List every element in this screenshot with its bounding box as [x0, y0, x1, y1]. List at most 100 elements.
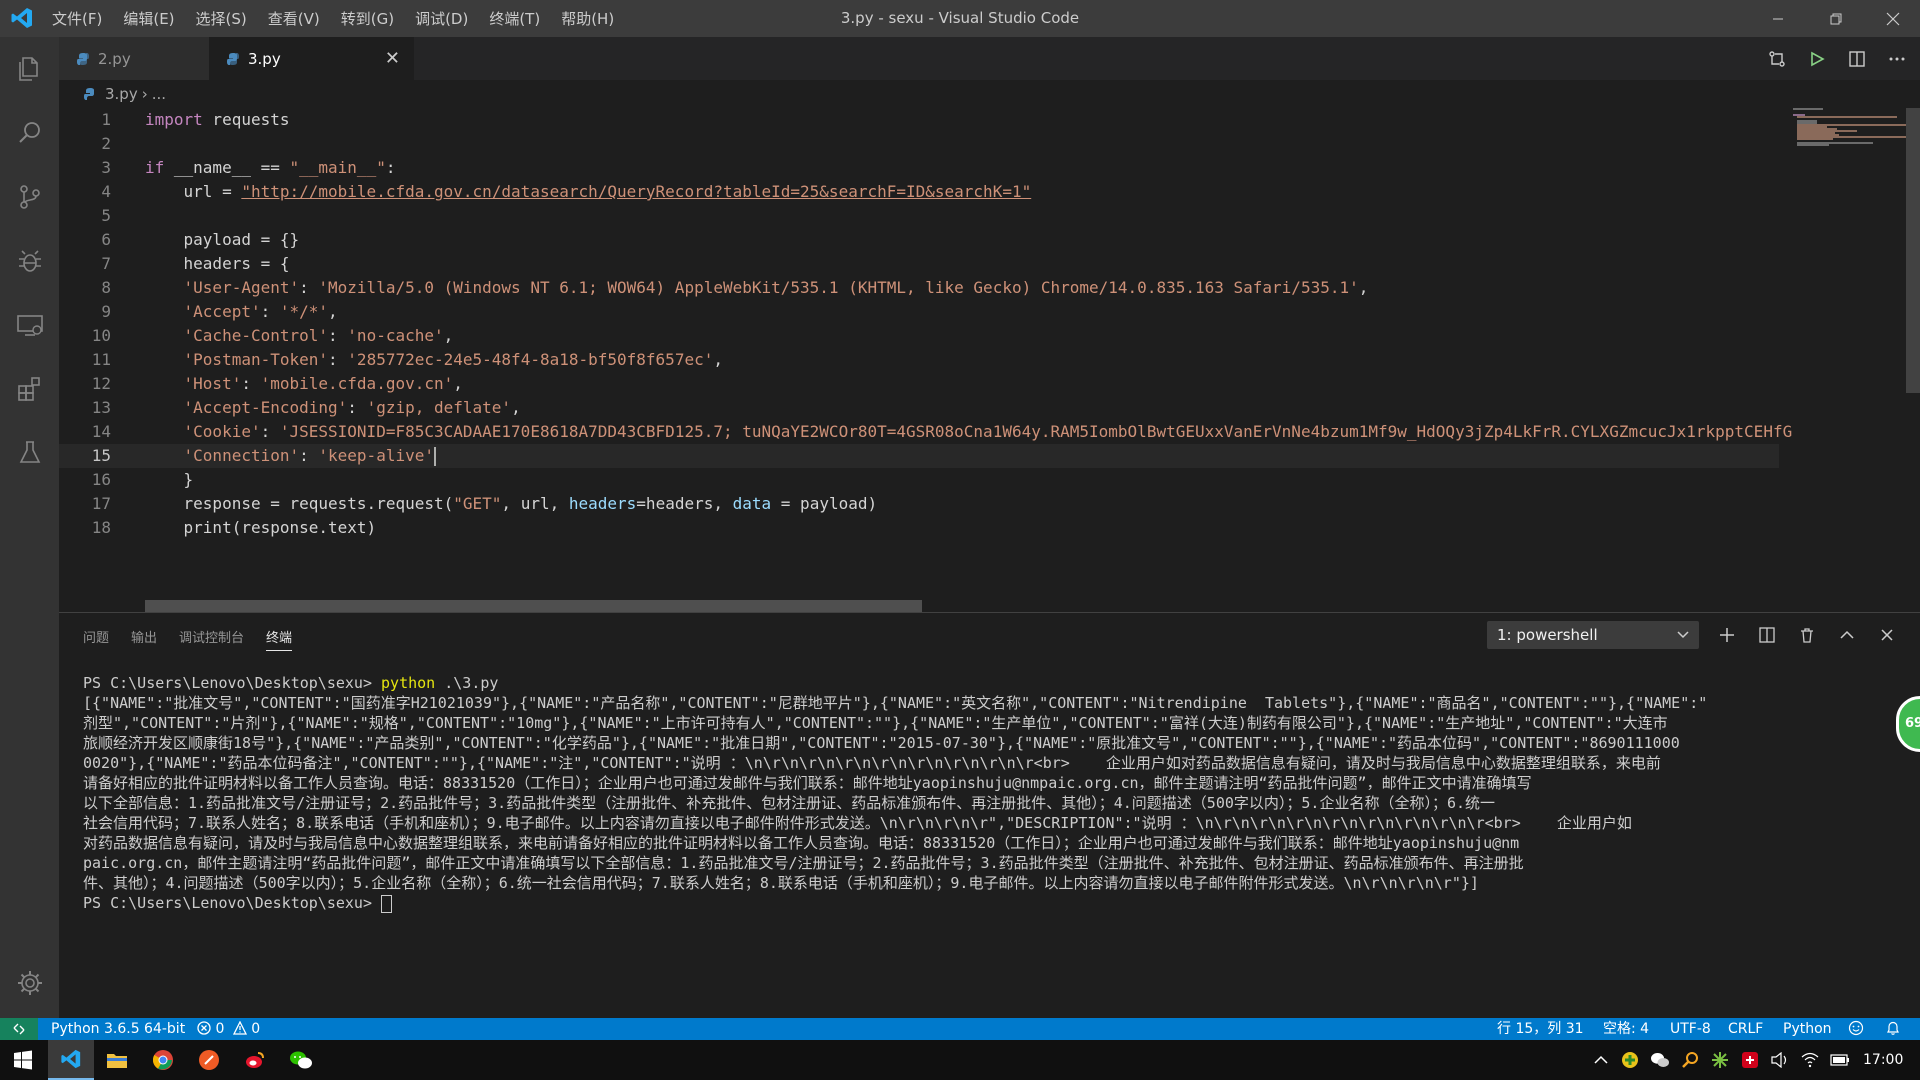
breadcrumb-file[interactable]: 3.py — [105, 85, 138, 103]
tray-battery[interactable] — [1830, 1050, 1850, 1070]
menu-edit[interactable]: 编辑(E) — [123, 8, 174, 29]
tab-2-py[interactable]: 2.py — [59, 37, 209, 80]
tab-3-py[interactable]: 3.py ✕ — [209, 37, 414, 80]
activity-remote-explorer[interactable] — [0, 301, 59, 349]
breadcrumb-symbols[interactable]: ... — [152, 85, 166, 103]
menu-file[interactable]: 文件(F) — [52, 8, 102, 29]
tray-wifi[interactable] — [1800, 1050, 1820, 1070]
tray-antivirus[interactable] — [1740, 1050, 1760, 1070]
problems-indicator[interactable]: 0 0 — [197, 1018, 260, 1040]
encoding[interactable]: UTF-8 — [1670, 1018, 1711, 1040]
menu-selection[interactable]: 选择(S) — [196, 8, 247, 29]
tray-app-icon — [1622, 1052, 1638, 1068]
activity-search[interactable] — [0, 109, 59, 157]
taskbar-postman[interactable] — [186, 1040, 232, 1080]
panel-tab-debug-console[interactable]: 调试控制台 — [179, 627, 244, 651]
close-window-button[interactable] — [1870, 0, 1916, 37]
code-editor[interactable]: 1 import requests 2 3 if __name__ == "__ma… — [59, 108, 1920, 608]
terminal-output-line: 社会信用代码；7.联系人姓名；8.联系电话（手机和座机）；9.电子邮件。以上内容… — [83, 814, 1632, 832]
menu-go[interactable]: 转到(G) — [341, 8, 394, 29]
python-interpreter[interactable]: Python 3.6.5 64-bit — [51, 1018, 185, 1040]
restore-button[interactable] — [1813, 0, 1859, 37]
menu-help[interactable]: 帮助(H) — [561, 8, 614, 29]
activity-settings[interactable] — [0, 959, 59, 1007]
taskbar-weibo[interactable] — [232, 1040, 278, 1080]
python-file-icon — [77, 52, 89, 65]
cursor-position[interactable]: 行 15，列 31 — [1497, 1018, 1584, 1040]
start-button[interactable] — [0, 1040, 46, 1080]
feedback-button[interactable] — [1848, 1018, 1864, 1040]
code-token: "GET" — [453, 494, 502, 513]
notifications-button[interactable] — [1885, 1018, 1901, 1040]
tray-search-app[interactable] — [1680, 1050, 1700, 1070]
menu-debug[interactable]: 调试(D) — [415, 8, 468, 29]
terminal-output[interactable]: PS C:\Users\Lenovo\Desktop\sexu> python … — [83, 673, 1783, 913]
kill-terminal-button[interactable] — [1793, 621, 1821, 649]
line-number: 4 — [101, 182, 111, 201]
taskbar-vscode[interactable] — [48, 1040, 94, 1080]
bell-icon — [1887, 1021, 1899, 1035]
code-token: "__main__" — [289, 158, 386, 177]
close-icon — [1881, 629, 1893, 641]
run-file-button[interactable] — [1805, 47, 1829, 71]
activity-source-control[interactable] — [0, 173, 59, 221]
code-line: 12 'Host': 'mobile.cfda.gov.cn', — [59, 372, 1779, 396]
maximize-panel-button[interactable] — [1833, 621, 1861, 649]
more-actions-button[interactable] — [1885, 47, 1909, 71]
code-token: payload = {} — [145, 230, 300, 249]
terminal-output-line: 以下全部信息：1.药品批准文号/注册证号；2.药品批件号；3.药品批件类型（注册… — [83, 794, 1496, 812]
chevron-up-icon — [1840, 630, 1854, 639]
panel-tab-output[interactable]: 输出 — [131, 627, 157, 651]
menu-bar: 文件(F) 编辑(E) 选择(S) 查看(V) 转到(G) 调试(D) 终端(T… — [52, 0, 635, 37]
activity-test[interactable] — [0, 429, 59, 477]
activity-extensions[interactable] — [0, 365, 59, 413]
taskbar-file-explorer[interactable] — [94, 1040, 140, 1080]
code-token: 'User-Agent' — [145, 278, 300, 297]
menu-view[interactable]: 查看(V) — [268, 8, 320, 29]
minimize-button[interactable] — [1755, 0, 1801, 37]
end-of-line[interactable]: CRLF — [1728, 1018, 1763, 1040]
terminal-command: python — [381, 674, 436, 692]
clock[interactable]: 17:00 — [1863, 1040, 1903, 1080]
editor-horizontal-scrollbar[interactable] — [145, 600, 922, 612]
open-changes-button[interactable] — [1765, 47, 1789, 71]
error-count: 0 — [215, 1021, 225, 1037]
tray-chevron-icon — [1594, 1055, 1608, 1064]
panel-tab-terminal[interactable]: 终端 — [266, 627, 293, 651]
split-terminal-button[interactable] — [1753, 621, 1781, 649]
code-token: import — [145, 110, 203, 129]
taskbar-wechat[interactable] — [278, 1040, 324, 1080]
new-terminal-button[interactable] — [1713, 621, 1741, 649]
tray-app[interactable] — [1620, 1050, 1640, 1070]
terminal-output-line: 旅顺经济开发区顺康街18号"},{"NAME":"产品类别","CONTENT"… — [83, 734, 1680, 752]
breadcrumb: 3.py › ... — [59, 80, 1920, 108]
language-mode[interactable]: Python — [1783, 1018, 1832, 1040]
minimize-icon — [1773, 18, 1783, 19]
tray-volume[interactable] — [1770, 1050, 1790, 1070]
postman-icon — [199, 1050, 219, 1070]
close-tab-icon[interactable]: ✕ — [385, 48, 400, 69]
tray-wechat[interactable] — [1650, 1050, 1670, 1070]
tray-app-2[interactable] — [1710, 1050, 1730, 1070]
warning-icon — [232, 1020, 247, 1035]
close-panel-button[interactable] — [1873, 621, 1901, 649]
code-line: 5 — [59, 204, 1779, 228]
tab-label: 3.py — [248, 49, 281, 68]
tray-app-icon-2 — [1712, 1052, 1728, 1068]
code-url-link[interactable]: "http://mobile.cfda.gov.cn/datasearch/Qu… — [241, 182, 1031, 201]
terminal-select-dropdown[interactable]: 1: powershell — [1487, 621, 1699, 649]
activity-explorer[interactable] — [0, 45, 59, 93]
remote-icon — [13, 1023, 25, 1035]
taskbar-chrome[interactable] — [140, 1040, 186, 1080]
code-line: 6 payload = {} — [59, 228, 1779, 252]
split-editor-button[interactable] — [1845, 47, 1869, 71]
editor-vertical-scrollbar[interactable] — [1906, 108, 1920, 393]
minimap[interactable] — [1783, 108, 1920, 608]
indentation[interactable]: 空格: 4 — [1603, 1018, 1649, 1040]
activity-debug[interactable] — [0, 237, 59, 285]
panel-tab-problems[interactable]: 问题 — [83, 627, 109, 651]
menu-terminal[interactable]: 终端(T) — [489, 8, 540, 29]
remote-indicator[interactable] — [0, 1018, 38, 1040]
tray-chevron[interactable] — [1591, 1050, 1611, 1070]
line-number: 10 — [91, 326, 111, 345]
